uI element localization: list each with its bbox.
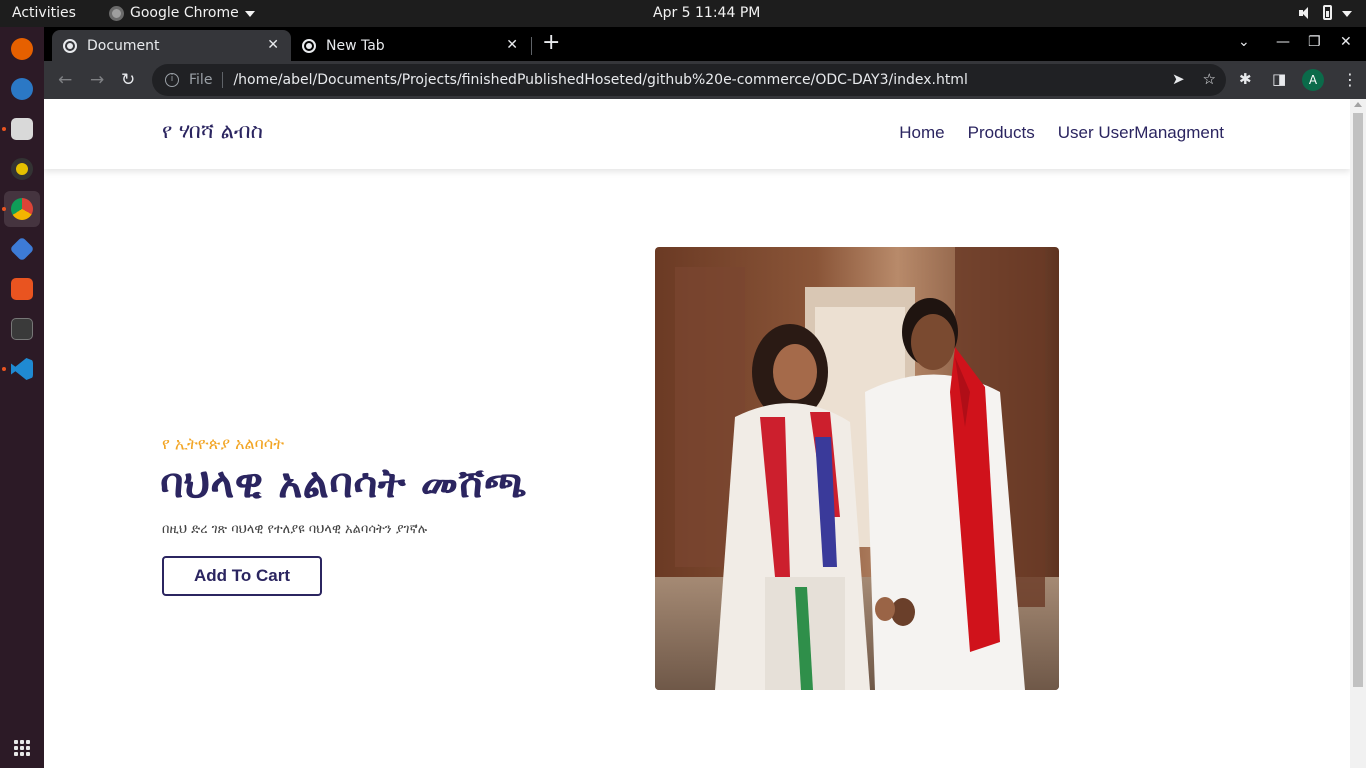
back-button[interactable]: ← xyxy=(58,70,72,90)
hero-description: በዚህ ድረ ገጽ ባህላዊ የተለያዩ ባህላዊ አልባሳትን ያገኛሉ xyxy=(162,522,428,537)
chrome-app-icon xyxy=(109,5,124,21)
dock-terminal[interactable] xyxy=(4,311,40,347)
bookmark-star-icon[interactable]: ☆ xyxy=(1203,70,1216,88)
nav-products[interactable]: Products xyxy=(968,123,1035,143)
terminal-icon xyxy=(11,318,33,340)
globe-icon xyxy=(63,38,77,53)
dock-vscode[interactable] xyxy=(2,351,40,387)
reload-button[interactable]: ↻ xyxy=(121,70,135,90)
send-icon[interactable]: ➤ xyxy=(1172,70,1185,88)
tab-new-tab[interactable]: New Tab ✕ xyxy=(291,30,530,61)
volume-icon xyxy=(1299,6,1313,20)
tab-search-icon[interactable]: ⌄ xyxy=(1238,34,1250,50)
thunderbird-icon xyxy=(11,78,33,100)
omnibox-divider xyxy=(222,72,224,88)
couple-photo xyxy=(655,247,1059,690)
running-indicator xyxy=(2,367,6,371)
info-icon[interactable]: i xyxy=(165,73,179,87)
software-center-icon xyxy=(11,278,33,300)
dock-firefox[interactable] xyxy=(4,31,40,67)
dock-virtualbox[interactable] xyxy=(4,231,40,267)
files-icon xyxy=(11,118,33,140)
browser-window: Document ✕ New Tab ✕ + ⌄ — ❐ ✕ ← → ↻ i F… xyxy=(44,27,1366,768)
hero-title: ባህላዊ አልባሳት መሸጫ xyxy=(160,459,528,507)
dock-thunderbird[interactable] xyxy=(4,71,40,107)
system-status-menu[interactable] xyxy=(1299,5,1352,20)
extensions-puzzle-icon[interactable]: ✱ xyxy=(1239,70,1252,88)
page-viewport: የ ሃበሻ ልብስ Home Products User UserManagme… xyxy=(44,99,1350,768)
browser-toolbar: ← → ↻ i File /home/abel/Documents/Projec… xyxy=(44,61,1366,99)
scheme-label: File xyxy=(189,72,213,88)
hero-subtitle: የ ኢትዮጵያ አልባሳት xyxy=(162,434,285,453)
tab-divider xyxy=(531,37,532,55)
rhythmbox-icon xyxy=(11,158,33,180)
more-menu-icon[interactable]: ⋮ xyxy=(1342,70,1358,89)
globe-icon xyxy=(302,38,316,53)
hero-image xyxy=(655,247,1059,690)
add-to-cart-button[interactable]: Add To Cart xyxy=(162,556,322,596)
close-window-button[interactable]: ✕ xyxy=(1340,34,1352,50)
close-icon[interactable]: ✕ xyxy=(267,37,279,53)
running-indicator xyxy=(2,127,6,131)
scrollbar-thumb[interactable] xyxy=(1353,113,1363,687)
profile-avatar[interactable]: A xyxy=(1302,69,1324,91)
tab-document[interactable]: Document ✕ xyxy=(52,30,291,61)
dock-software-center[interactable] xyxy=(4,271,40,307)
nav-home[interactable]: Home xyxy=(899,123,944,143)
app-menu-label: Google Chrome xyxy=(130,5,239,21)
dock-rhythmbox[interactable] xyxy=(4,151,40,187)
tab-strip: Document ✕ New Tab ✕ + ⌄ — ❐ ✕ xyxy=(44,27,1366,61)
site-header: የ ሃበሻ ልብስ Home Products User UserManagme… xyxy=(44,99,1350,169)
tab-title: New Tab xyxy=(326,37,385,54)
forward-button[interactable]: → xyxy=(90,70,104,90)
chevron-down-icon xyxy=(244,11,255,17)
vscode-icon xyxy=(11,358,33,380)
scroll-up-arrow[interactable] xyxy=(1354,102,1362,107)
dock xyxy=(0,27,44,768)
dock-chrome[interactable] xyxy=(2,191,40,227)
site-nav: Home Products User UserManagment xyxy=(899,123,1224,143)
firefox-icon xyxy=(11,38,33,60)
virtualbox-icon xyxy=(9,236,35,262)
app-menu[interactable]: Google Chrome xyxy=(109,5,255,21)
url-text[interactable]: /home/abel/Documents/Projects/finishedPu… xyxy=(233,72,967,88)
running-indicator xyxy=(2,207,6,211)
system-top-bar: Activities Google Chrome Apr 5 11:44 PM xyxy=(0,0,1366,27)
chrome-icon xyxy=(11,198,33,220)
tab-title: Document xyxy=(87,37,160,54)
new-tab-button[interactable]: + xyxy=(542,32,560,54)
page-scrollbar[interactable] xyxy=(1350,99,1366,768)
restore-button[interactable]: ❐ xyxy=(1308,34,1321,50)
battery-icon xyxy=(1323,5,1332,20)
dock-files[interactable] xyxy=(2,111,40,147)
address-bar[interactable]: i File /home/abel/Documents/Projects/fin… xyxy=(152,64,1226,96)
chevron-down-icon xyxy=(1342,10,1352,17)
side-panel-icon[interactable]: ◨ xyxy=(1272,70,1286,88)
activities-button[interactable]: Activities xyxy=(12,5,76,21)
nav-user-management[interactable]: User UserManagment xyxy=(1058,123,1224,143)
close-icon[interactable]: ✕ xyxy=(506,37,518,53)
minimize-button[interactable]: — xyxy=(1276,34,1290,50)
site-brand[interactable]: የ ሃበሻ ልብስ xyxy=(162,119,263,144)
clock[interactable]: Apr 5 11:44 PM xyxy=(653,5,760,21)
show-applications-icon[interactable] xyxy=(14,740,30,756)
